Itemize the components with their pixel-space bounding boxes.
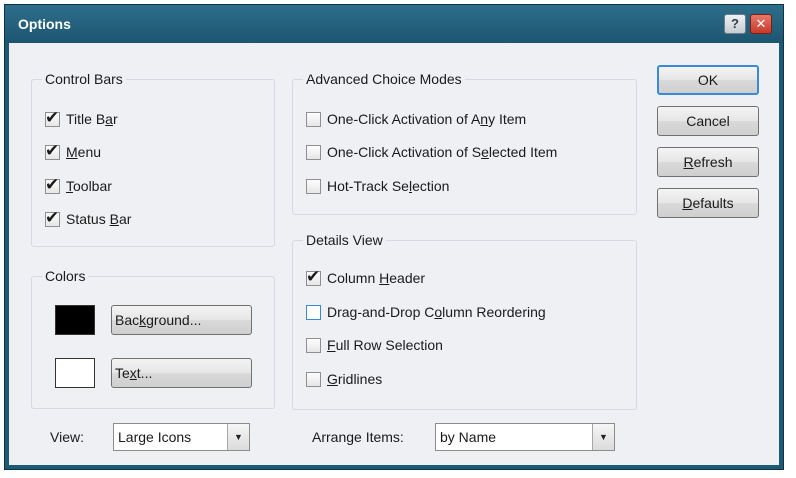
options-dialog: Options ? ✕ Control Bars ✔ Title Bar ✔ M… [4, 4, 784, 470]
toolbar-checkbox-box[interactable]: ✔ [45, 175, 60, 194]
toolbar-checkbox[interactable]: ✔ Toolbar [45, 175, 112, 196]
chevron-down-icon[interactable]: ▼ [227, 424, 249, 450]
background-color-swatch [55, 305, 95, 335]
refresh-button[interactable]: Refresh [657, 147, 759, 177]
title-bar-checkbox-label: Title Bar [66, 111, 118, 127]
drag-drop-reordering-label: Drag-and-Drop Column Reordering [327, 304, 546, 320]
cancel-button[interactable]: Cancel [657, 106, 759, 136]
arrange-items-label: Arrange Items: [312, 429, 404, 445]
help-button[interactable]: ? [724, 14, 746, 34]
hot-track-selection-label: Hot-Track Selection [327, 178, 450, 194]
one-click-selected-item-checkbox-box[interactable] [306, 144, 321, 160]
control-bars-group-title: Control Bars [42, 70, 126, 88]
advanced-choice-modes-group: Advanced Choice Modes One-Click Activati… [292, 70, 637, 215]
toolbar-checkbox-label: Toolbar [66, 178, 112, 194]
one-click-selected-item-checkbox[interactable]: One-Click Activation of Selected Item [306, 142, 557, 162]
checkmark-icon: ✔ [45, 140, 60, 160]
menu-checkbox-label: Menu [66, 144, 102, 160]
gridlines-checkbox-box[interactable] [306, 371, 321, 387]
checkmark-icon: ✔ [45, 174, 60, 194]
arrange-items-dropdown-value: by Name [440, 429, 497, 445]
text-color-swatch [55, 358, 95, 388]
title-bar-checkbox-box[interactable]: ✔ [45, 108, 60, 127]
arrange-items-dropdown[interactable]: by Name ▼ [435, 423, 615, 451]
control-bars-group: Control Bars ✔ Title Bar ✔ Menu ✔ Toolba… [31, 70, 275, 247]
menu-checkbox-box[interactable]: ✔ [45, 141, 60, 160]
hot-track-selection-checkbox-box[interactable] [306, 178, 321, 194]
chevron-down-icon[interactable]: ▼ [592, 424, 614, 450]
title-bar[interactable]: Options ? ✕ [5, 5, 783, 43]
title-bar-checkbox[interactable]: ✔ Title Bar [45, 108, 118, 129]
checkmark-icon: ✔ [306, 266, 321, 286]
status-bar-checkbox-label: Status Bar [66, 211, 132, 227]
checkmark-icon: ✔ [45, 207, 60, 227]
colors-group-title: Colors [42, 267, 89, 285]
background-color-button[interactable]: Background... [111, 305, 252, 335]
one-click-selected-item-label: One-Click Activation of Selected Item [327, 144, 558, 160]
status-bar-checkbox-box[interactable]: ✔ [45, 208, 60, 227]
drag-drop-reordering-checkbox-box[interactable] [306, 304, 321, 320]
column-header-label: Column Header [327, 270, 426, 286]
one-click-any-item-checkbox[interactable]: One-Click Activation of Any Item [306, 109, 526, 129]
gridlines-checkbox[interactable]: Gridlines [306, 369, 382, 389]
menu-checkbox[interactable]: ✔ Menu [45, 141, 102, 162]
colors-group: Colors Background... Text... [31, 267, 275, 409]
view-dropdown-value: Large Icons [118, 429, 192, 445]
one-click-any-item-label: One-Click Activation of Any Item [327, 111, 527, 127]
hot-track-selection-checkbox[interactable]: Hot-Track Selection [306, 176, 449, 196]
column-header-checkbox[interactable]: ✔ Column Header [306, 267, 426, 288]
dialog-title: Options [18, 16, 71, 32]
full-row-selection-checkbox[interactable]: Full Row Selection [306, 335, 443, 355]
checkmark-icon: ✔ [45, 107, 60, 127]
view-dropdown[interactable]: Large Icons ▼ [113, 423, 250, 451]
dialog-client-area: Control Bars ✔ Title Bar ✔ Menu ✔ Toolba… [9, 43, 779, 465]
advanced-choice-modes-title: Advanced Choice Modes [303, 70, 465, 88]
view-label: View: [50, 429, 84, 445]
status-bar-checkbox[interactable]: ✔ Status Bar [45, 208, 132, 229]
ok-button[interactable]: OK [657, 65, 759, 95]
full-row-selection-label: Full Row Selection [327, 337, 443, 353]
gridlines-label: Gridlines [327, 371, 383, 387]
close-button[interactable]: ✕ [750, 14, 772, 34]
text-color-button[interactable]: Text... [111, 358, 252, 388]
defaults-button[interactable]: Defaults [657, 188, 759, 218]
column-header-checkbox-box[interactable]: ✔ [306, 267, 321, 286]
drag-drop-reordering-checkbox[interactable]: Drag-and-Drop Column Reordering [306, 302, 546, 322]
details-view-group: Details View ✔ Column Header Drag-and-Dr… [292, 231, 637, 410]
one-click-any-item-checkbox-box[interactable] [306, 111, 321, 127]
details-view-title: Details View [303, 231, 386, 249]
full-row-selection-checkbox-box[interactable] [306, 337, 321, 353]
